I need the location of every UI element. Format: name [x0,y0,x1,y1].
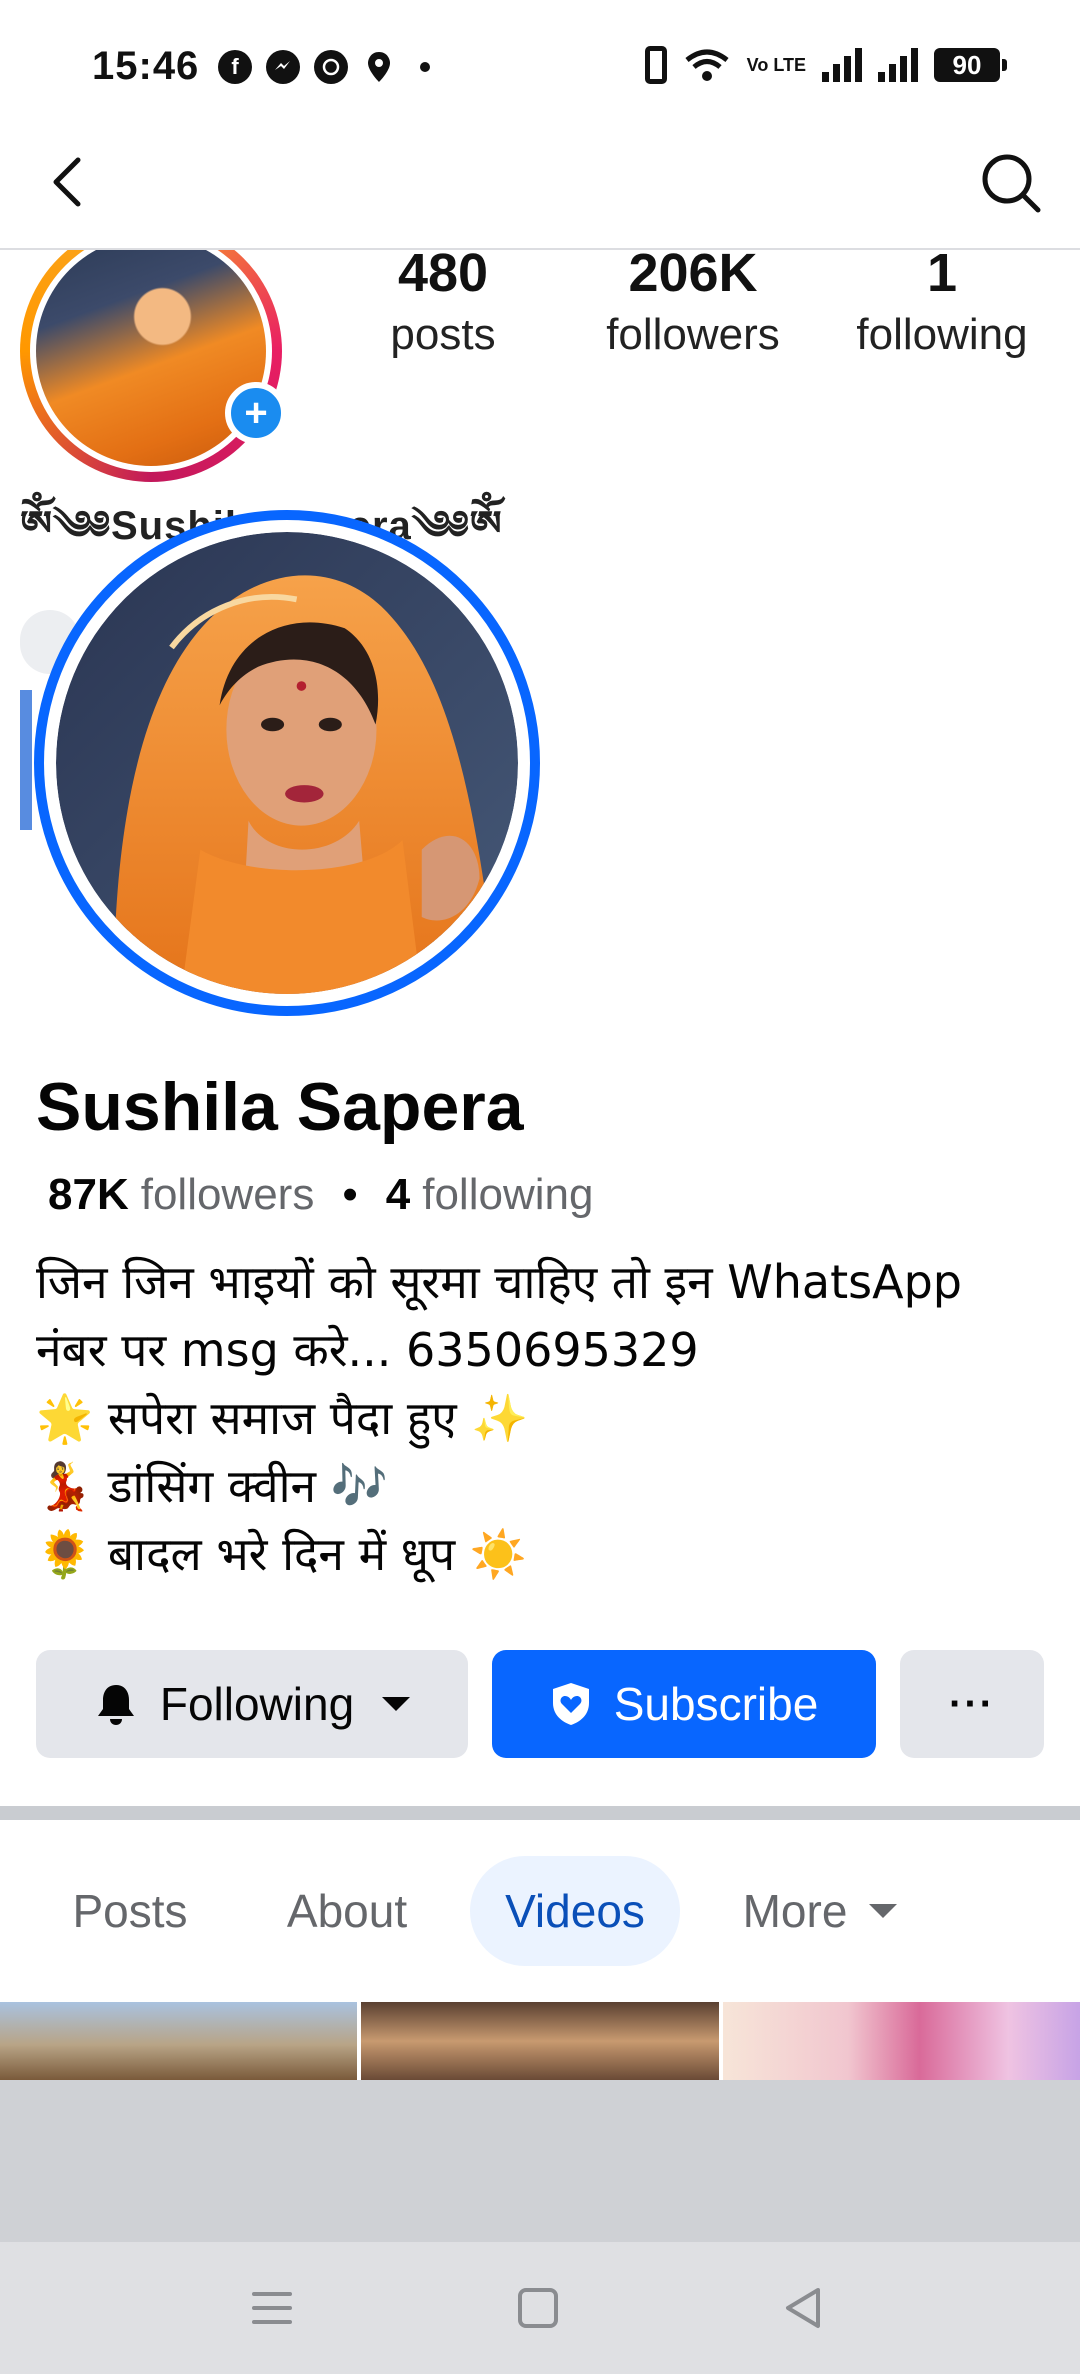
system-icons: Vo LTE 90 [644,46,1007,84]
cover-stat-followers: 206K followers [606,250,780,359]
chevron-left-icon[interactable] [40,152,100,212]
notification-icons: f [218,50,430,84]
section-divider [0,1806,1080,1820]
follow-counts[interactable]: 87K followers • 4 following [48,1170,593,1220]
bio-line: जिन जिन भाइयों को सूरमा चाहिए तो इन What… [36,1255,962,1309]
video-grid [0,2002,1080,2080]
vibrate-icon [644,46,667,84]
tab-posts[interactable]: Posts [36,1856,224,1966]
tab-about[interactable]: About [252,1856,442,1966]
subscribe-button[interactable]: Subscribe [492,1650,876,1758]
video-thumbnail[interactable] [361,2002,719,2080]
bell-icon [97,1685,134,1725]
profile-bio: जिन जिन भाइयों को सूरमा चाहिए तो इन What… [36,1248,1046,1588]
loading-overlay [0,2080,1080,2242]
cover-stat-following: 1 following [856,250,1028,359]
following-label: following [422,1170,594,1219]
counts-separator: • [342,1170,358,1219]
top-app-bar [0,120,1080,250]
volte-icon: Vo LTE [746,54,806,75]
signal-icon-1 [822,48,862,82]
following-count: 4 [385,1170,411,1219]
system-navigation-bar [0,2242,1080,2374]
signal-icon-2 [878,48,918,82]
subscribe-button-label: Subscribe [613,1678,819,1730]
following-button-label: Following [159,1678,355,1730]
more-options-button[interactable]: ··· [900,1650,1044,1758]
location-icon [362,50,396,84]
search-icon[interactable] [978,150,1044,216]
profile-tabs: Posts About Videos More [0,1856,1080,1966]
tab-more[interactable]: More [710,1856,930,1966]
following-button[interactable]: Following [36,1650,468,1758]
more-notifications-dot [420,62,430,72]
bio-line: 🌻 बादल भरे दिन में धूप ☀️ [36,1527,528,1581]
battery-icon: 90 [934,48,1007,82]
back-triangle-icon[interactable] [772,2276,836,2340]
shield-heart-icon [552,1683,589,1725]
caret-down-icon [382,1697,411,1711]
home-square-icon[interactable] [506,2276,570,2340]
messenger-icon [266,50,300,84]
wifi-icon [685,49,729,81]
menu-icon[interactable] [240,2276,304,2340]
followers-label: followers [140,1170,315,1219]
cover-instagram-avatar [20,250,282,482]
tab-videos[interactable]: Videos [470,1856,680,1966]
profile-picture[interactable] [34,510,540,1016]
cover-strip [20,690,32,830]
video-thumbnail[interactable] [0,2002,358,2080]
profile-name: Sushila Sapera [36,1069,524,1145]
bio-line: नंबर पर msg करे... 6350695329 [36,1323,699,1377]
bio-line: 💃 डांसिंग क्वीन 🎶 [36,1459,388,1513]
plus-icon: + [225,382,287,444]
caret-down-icon [869,1904,898,1918]
followers-count: 87K [48,1170,129,1219]
status-bar: 15:46 f Vo LTE 90 [0,0,1080,120]
profile-photo [56,532,518,994]
cover-stat-posts: 480 posts [390,250,496,359]
whatsapp-icon [314,50,348,84]
facebook-icon: f [218,50,252,84]
video-thumbnail[interactable] [722,2002,1080,2080]
status-time: 15:46 [92,44,200,88]
bio-line: 🌟 सपेरा समाज पैदा हुए ✨ [36,1391,529,1445]
